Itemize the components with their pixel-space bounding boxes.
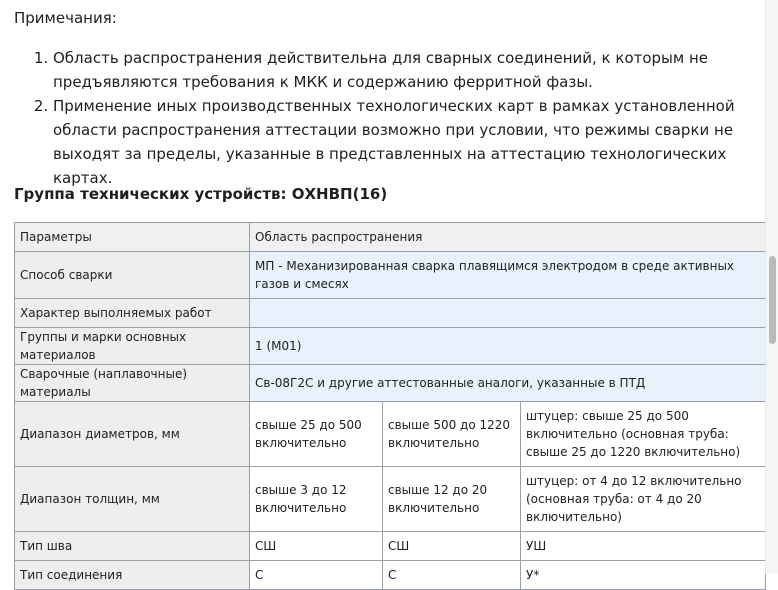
table-row: Диапазон диаметров, мм свыше 25 до 500 в… [14, 401, 767, 467]
row-value: МП - Механизированная сварка плавящимся … [248, 251, 767, 299]
group-title: Группа технических устройств: ОХНВП(16) [14, 185, 388, 203]
table-row: Группы и марки основных материалов 1 (М0… [14, 327, 767, 365]
notes-title: Примечания: [14, 9, 117, 27]
row-label: Тип соединения [14, 560, 250, 590]
table-row: Характер выполняемых работ [14, 298, 767, 328]
row-label: Характер выполняемых работ [14, 298, 250, 328]
table-header-row: Параметры Область распространения [14, 222, 767, 252]
header-cell-parameters: Параметры [14, 222, 250, 252]
row-value: свыше 500 до 1220 включительно [382, 401, 521, 467]
parameters-table: Параметры Область распространения Способ… [14, 222, 767, 590]
table-row: Диапазон толщин, мм свыше 3 до 12 включи… [14, 466, 767, 532]
row-label: Диапазон толщин, мм [14, 466, 250, 532]
row-label: Сварочные (наплавочные) материалы [14, 364, 250, 402]
row-value: УШ [519, 531, 767, 561]
table-row: Тип шва СШ СШ УШ [14, 531, 767, 561]
row-value: СШ [249, 531, 383, 561]
note-item: Применение иных производственных техноло… [53, 94, 766, 190]
row-label: Способ сварки [14, 251, 250, 299]
row-value: 1 (М01) [248, 327, 767, 365]
table-row: Способ сварки МП - Механизированная свар… [14, 251, 767, 299]
row-value: СШ [382, 531, 521, 561]
row-value: У* [519, 560, 767, 590]
notes-list: Область распространения действительна дл… [14, 46, 766, 190]
note-item: Область распространения действительна дл… [53, 46, 766, 94]
row-value: свыше 12 до 20 включительно [382, 466, 521, 532]
table-row: Тип соединения С С У* [14, 560, 767, 590]
row-value: С [249, 560, 383, 590]
vertical-scrollbar[interactable] [765, 0, 778, 574]
header-cell-scope: Область распространения [248, 222, 767, 252]
row-value [248, 298, 767, 328]
row-value: Св-08Г2С и другие аттестованные аналоги,… [248, 364, 767, 402]
scrollbar-thumb[interactable] [769, 256, 776, 344]
row-label: Диапазон диаметров, мм [14, 401, 250, 467]
row-value: свыше 25 до 500 включительно [249, 401, 383, 467]
row-label: Группы и марки основных материалов [14, 327, 250, 365]
row-value: штуцер: свыше 25 до 500 включительно (ос… [519, 401, 767, 467]
row-label: Тип шва [14, 531, 250, 561]
row-value: свыше 3 до 12 включительно [249, 466, 383, 532]
table-row: Сварочные (наплавочные) материалы Св-08Г… [14, 364, 767, 402]
row-value: штуцер: от 4 до 12 включительно (основна… [519, 466, 767, 532]
row-value: С [382, 560, 521, 590]
